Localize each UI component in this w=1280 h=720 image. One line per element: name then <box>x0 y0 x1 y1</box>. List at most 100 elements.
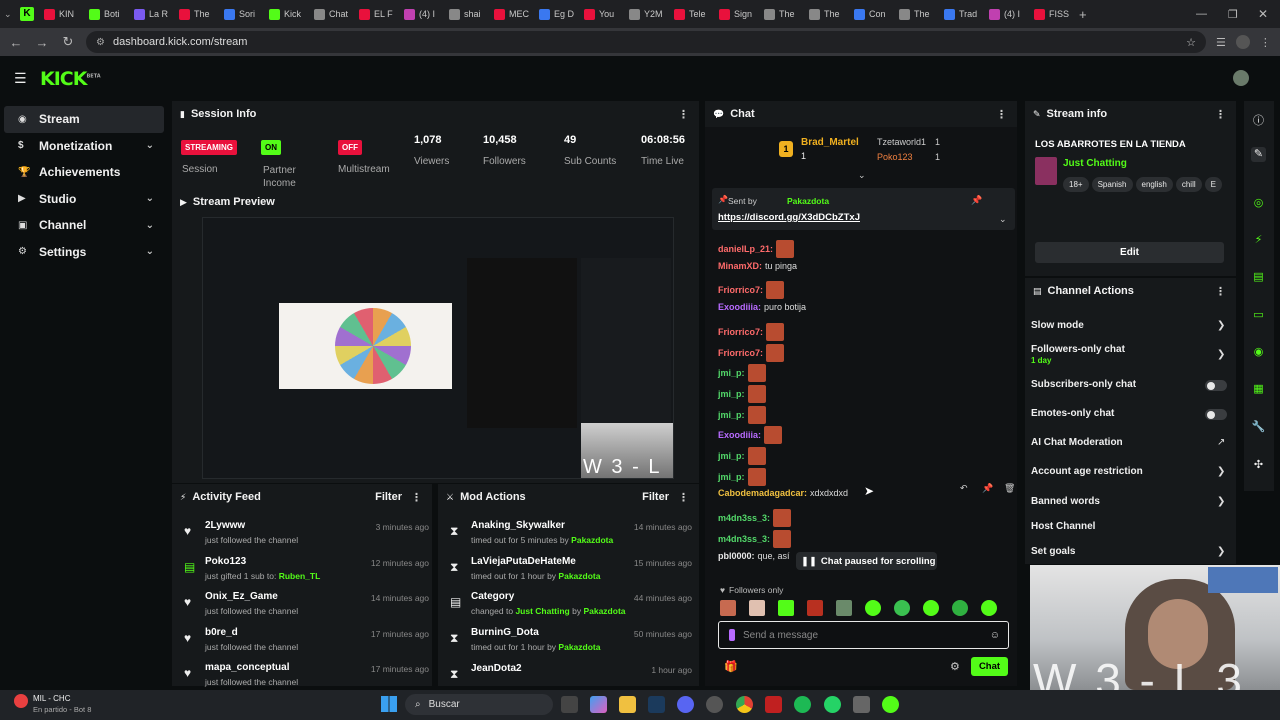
weather-title[interactable]: MIL - CHC <box>33 694 70 703</box>
browser-tab[interactable]: Sign <box>713 1 758 27</box>
reload-icon[interactable]: ↻ <box>60 34 76 50</box>
back-icon[interactable]: ← <box>8 35 24 50</box>
browser-tab[interactable]: Sori <box>218 1 263 27</box>
collapse-gifters-icon[interactable]: ⌄ <box>858 170 866 181</box>
chat-username[interactable]: danielLp_21: <box>718 244 773 254</box>
task-view-icon[interactable] <box>561 696 578 713</box>
emote[interactable] <box>836 600 852 616</box>
hamburger-menu-icon[interactable]: ☰ <box>14 70 27 87</box>
chat-username[interactable]: Exoodiiia: <box>718 302 761 312</box>
activity-feed-menu-icon[interactable]: ⋮ <box>411 491 422 504</box>
chat-username[interactable]: jmi_p: <box>718 472 745 482</box>
chevron-right-icon[interactable]: ❯ <box>1217 496 1225 507</box>
expand-pinned-icon[interactable]: ⌄ <box>999 214 1007 225</box>
chat-username[interactable]: MinamXD: <box>718 261 762 271</box>
user-avatar[interactable] <box>1233 70 1249 86</box>
chat-username[interactable]: Cabodemadagadcar: <box>718 488 807 498</box>
pin-message-icon[interactable]: 📌 <box>982 483 993 494</box>
chat-message[interactable]: jmi_p: <box>718 467 766 486</box>
chat-message[interactable]: Cabodemadagadcar: xdxdxdxd <box>718 488 848 498</box>
chevron-right-icon[interactable]: ❯ <box>1217 349 1225 360</box>
chat-message[interactable]: jmi_p: <box>718 405 766 424</box>
pen-icon[interactable]: ✎ <box>1251 147 1266 162</box>
chat-message[interactable]: Friorrico7: <box>718 281 785 300</box>
pinned-link[interactable]: https://discord.gg/X3dDCbZTxJ <box>718 212 860 223</box>
layout-icon[interactable]: ▦ <box>1251 382 1266 397</box>
browser-tab[interactable]: Tele <box>668 1 713 27</box>
toggle-switch[interactable] <box>1205 409 1227 420</box>
browser-menu-icon[interactable]: ⋮ <box>1260 36 1271 49</box>
spotify-icon[interactable] <box>794 696 811 713</box>
kick-taskbar-icon[interactable] <box>882 696 899 713</box>
chat-username[interactable]: jmi_p: <box>718 389 745 399</box>
tab-list-chevron-icon[interactable]: ⌄ <box>4 9 20 20</box>
channel-actions-menu-icon[interactable]: ⋮ <box>1215 285 1226 298</box>
stream-info-menu-icon[interactable]: ⋮ <box>1215 108 1226 121</box>
browser-tab[interactable]: Y2M <box>623 1 668 27</box>
maximize-window-icon[interactable]: ❐ <box>1228 8 1238 21</box>
address-bar[interactable]: ⚙ dashboard.kick.com/stream ☆ <box>86 31 1206 53</box>
chat-message[interactable]: MinamXD: tu pinga <box>718 261 797 271</box>
browser-tab[interactable]: shai <box>443 1 488 27</box>
browser-tab[interactable]: Eg D <box>533 1 578 27</box>
emote[interactable] <box>981 600 997 616</box>
chat-settings-icon[interactable]: ⚙ <box>950 660 960 673</box>
browser-tab[interactable]: The <box>893 1 938 27</box>
discord-icon[interactable] <box>677 696 694 713</box>
mod-action-by[interactable]: Pakazdota <box>571 535 613 545</box>
browser-tab[interactable]: La R <box>128 1 173 27</box>
gifter3-name[interactable]: Poko123 <box>877 152 913 162</box>
mod-action-item[interactable]: ⧗ LaViejaPutaDeHateMe timed out for 1 ho… <box>450 556 692 581</box>
chat-menu-icon[interactable]: ⋮ <box>996 108 1007 121</box>
activity-feed-item[interactable]: ♥ Onix_Ez_Game just followed the channel… <box>184 591 429 616</box>
sidebar-item-stream[interactable]: ◉ Stream <box>4 106 164 133</box>
mod-action-item[interactable]: ▤ Category changed to Just Chatting by P… <box>450 591 692 616</box>
chat-message[interactable]: jmi_p: <box>718 364 766 383</box>
chat-username[interactable]: Friorrico7: <box>718 285 763 295</box>
chat-gift-icon[interactable]: 🎁 <box>724 660 738 673</box>
activity-feed-item[interactable]: ▤ Poko123 just gifted 1 sub to: Ruben_TL… <box>184 556 429 581</box>
mod-actions-filter-button[interactable]: Filter <box>642 491 669 503</box>
file-explorer-icon[interactable] <box>619 696 636 713</box>
chat-username[interactable]: jmi_p: <box>718 410 745 420</box>
app-icon[interactable] <box>706 696 723 713</box>
chat-message[interactable]: jmi_p: <box>718 384 766 403</box>
kick-tab-icon[interactable]: K <box>20 7 34 21</box>
mod-action-item[interactable]: ⧗ BurninG_Dota timed out for 1 hour by P… <box>450 627 692 652</box>
chat-message[interactable]: Exoodiiia: <box>718 426 783 445</box>
chat-rail-icon[interactable]: ▭ <box>1251 308 1266 323</box>
browser-tab[interactable]: FISS <box>1028 1 1073 27</box>
chat-message[interactable]: m4dn3ss_3: <box>718 509 792 528</box>
browser-tab[interactable]: The <box>803 1 848 27</box>
palette-icon[interactable]: ✣ <box>1251 458 1266 473</box>
chevron-right-icon[interactable]: ❯ <box>1217 546 1225 557</box>
category-name[interactable]: Just Chatting <box>1063 158 1127 169</box>
browser-tab[interactable]: EL F <box>353 1 398 27</box>
emote[interactable] <box>894 600 910 616</box>
stream-tag[interactable]: Spanish <box>1091 177 1133 192</box>
chevron-down-icon[interactable]: ⌄ <box>146 193 154 204</box>
sidebar-item-settings[interactable]: ⚙ Settings ⌄ <box>4 239 164 266</box>
forward-icon[interactable]: → <box>34 35 50 50</box>
close-window-icon[interactable]: ✕ <box>1258 7 1268 21</box>
new-tab-icon[interactable]: + <box>1079 7 1087 22</box>
mod-actions-menu-icon[interactable]: ⋮ <box>678 491 689 504</box>
windows-start-icon[interactable] <box>381 696 397 712</box>
sidebar-item-monetization[interactable]: $ Monetization ⌄ <box>4 133 164 160</box>
chat-message[interactable]: Friorrico7: <box>718 322 785 341</box>
browser-tab[interactable]: The <box>758 1 803 27</box>
stream-tag[interactable]: chill <box>1175 177 1202 192</box>
browser-tab[interactable]: (4) I <box>983 1 1028 27</box>
toggle-switch[interactable] <box>1205 380 1227 391</box>
chat-username[interactable]: pbl0000: <box>718 551 755 561</box>
browser-tab[interactable]: MEC <box>488 1 533 27</box>
taskbar-search[interactable]: ⌕ Buscar <box>405 694 553 715</box>
stream-preview-video[interactable]: W 3 - L 3 <box>202 217 674 479</box>
bookmark-star-icon[interactable]: ☆ <box>1186 36 1196 49</box>
tab-search-icon[interactable]: ☰ <box>1216 36 1226 49</box>
target-icon[interactable]: ◎ <box>1251 196 1266 211</box>
session-info-menu-icon[interactable]: ⋮ <box>678 108 689 121</box>
wrench-icon[interactable]: 🔧 <box>1251 420 1266 435</box>
gifter2-name[interactable]: Tzetaworld1 <box>877 137 926 147</box>
sidebar-item-achievements[interactable]: 🏆 Achievements <box>4 159 164 186</box>
